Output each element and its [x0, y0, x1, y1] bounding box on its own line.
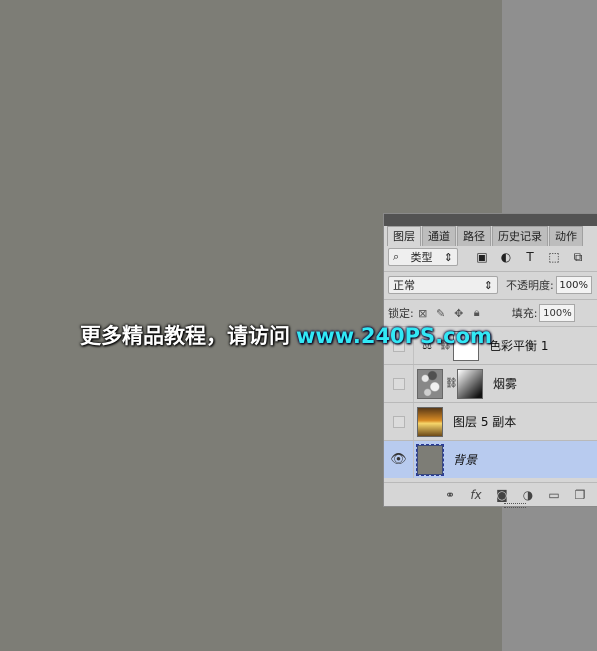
chain-link-icon[interactable]: ⛓ [439, 340, 452, 351]
lock-paint-brush-icon[interactable]: ✎ [432, 305, 450, 321]
layer-thumbnail[interactable] [416, 443, 444, 476]
lock-transparent-icon[interactable]: ⊠ [414, 305, 432, 321]
layer-name[interactable]: 色彩平衡 1 [489, 337, 548, 354]
adjustment-layer-icon: ⚖ [417, 330, 437, 361]
layers-panel: 图层 通道 路径 历史记录 动作 ⌕ 类型 ⇕ ▣ ◐ T ⬚ ⧉ 正常 ⇕ 不… [383, 213, 597, 508]
updown-arrow-icon: ⇕ [483, 278, 493, 292]
visibility-toggle[interactable] [384, 365, 414, 402]
visibility-off-box [392, 377, 405, 390]
layer-name[interactable]: 图层 5 副本 [453, 413, 516, 430]
fx-icon[interactable]: fx [463, 485, 489, 505]
lock-row: 锁定: ⊠ ✎ ✥ 🔒︎ 填充: 100% [388, 302, 597, 324]
filter-kind-label: 类型 [410, 251, 433, 264]
filter-row: ⌕ 类型 ⇕ ▣ ◐ T ⬚ ⧉ [388, 247, 597, 267]
lock-position-icon[interactable]: ✥ [450, 305, 468, 321]
tab-channels[interactable]: 通道 [422, 226, 456, 246]
fill-field[interactable]: 100% [539, 304, 576, 322]
new-adjustment-icon[interactable]: ◑ [515, 485, 541, 505]
tab-layers[interactable]: 图层 [387, 226, 421, 246]
layer-row[interactable]: 👁︎ 背景 [384, 440, 597, 478]
panel-bottom-toolbar: ⚭ fx ◙ ◑ ▭ ❐ [384, 482, 597, 506]
divider [384, 299, 597, 300]
text-filter-icon[interactable]: T [520, 248, 540, 266]
blend-mode-value: 正常 [393, 279, 415, 292]
image-filter-icon[interactable]: ▣ [472, 248, 492, 266]
layer-name[interactable]: 烟雾 [493, 375, 517, 392]
layer-thumbnail[interactable] [417, 368, 443, 399]
resize-grip[interactable] [504, 503, 526, 508]
visibility-off-box [392, 339, 405, 352]
visibility-toggle[interactable]: 👁︎ [384, 441, 414, 478]
visibility-off-box [392, 415, 405, 428]
tab-paths[interactable]: 路径 [457, 226, 491, 246]
blend-row: 正常 ⇕ 不透明度: 100% [388, 274, 597, 296]
tab-actions[interactable]: 动作 [549, 226, 583, 246]
layer-row[interactable]: ⚖ ⛓ 色彩平衡 1 [384, 326, 597, 364]
adjustment-filter-icon[interactable]: ◐ [496, 248, 516, 266]
fill-label: 填充: [511, 307, 538, 320]
eye-icon: 👁︎ [390, 452, 407, 467]
opacity-field[interactable]: 100% [555, 276, 592, 294]
layer-mask-thumbnail[interactable] [457, 368, 483, 399]
divider [384, 271, 597, 272]
blend-mode-select[interactable]: 正常 ⇕ [388, 276, 498, 294]
layer-row[interactable]: ⛓ 烟雾 [384, 364, 597, 402]
search-icon: ⌕ [393, 250, 400, 263]
new-group-icon[interactable]: ▭ [541, 485, 567, 505]
filter-kind-select[interactable]: ⌕ 类型 ⇕ [388, 248, 458, 266]
lock-label: 锁定: [388, 307, 414, 320]
panel-tabs: 图层 通道 路径 历史记录 动作 [387, 226, 584, 246]
link-layers-icon[interactable]: ⚭ [437, 485, 463, 505]
chain-link-icon[interactable]: ⛓ [445, 378, 458, 389]
panel-title-bar[interactable] [384, 214, 597, 226]
smart-object-filter-icon[interactable]: ⧉ [568, 248, 588, 266]
visibility-toggle[interactable] [384, 403, 414, 440]
updown-arrow-icon: ⇕ [443, 250, 453, 264]
layer-row[interactable]: 图层 5 副本 [384, 402, 597, 440]
new-layer-icon[interactable]: ❐ [567, 485, 593, 505]
lock-all-icon[interactable]: 🔒︎ [468, 305, 486, 321]
visibility-toggle[interactable] [384, 327, 414, 364]
shape-filter-icon[interactable]: ⬚ [544, 248, 564, 266]
layer-thumbnail[interactable] [417, 406, 443, 437]
layer-name[interactable]: 背景 [453, 451, 477, 468]
add-mask-icon[interactable]: ◙ [489, 485, 515, 505]
layer-mask-thumbnail[interactable] [453, 330, 479, 361]
tab-history[interactable]: 历史记录 [492, 226, 548, 246]
opacity-label: 不透明度: [506, 279, 554, 292]
